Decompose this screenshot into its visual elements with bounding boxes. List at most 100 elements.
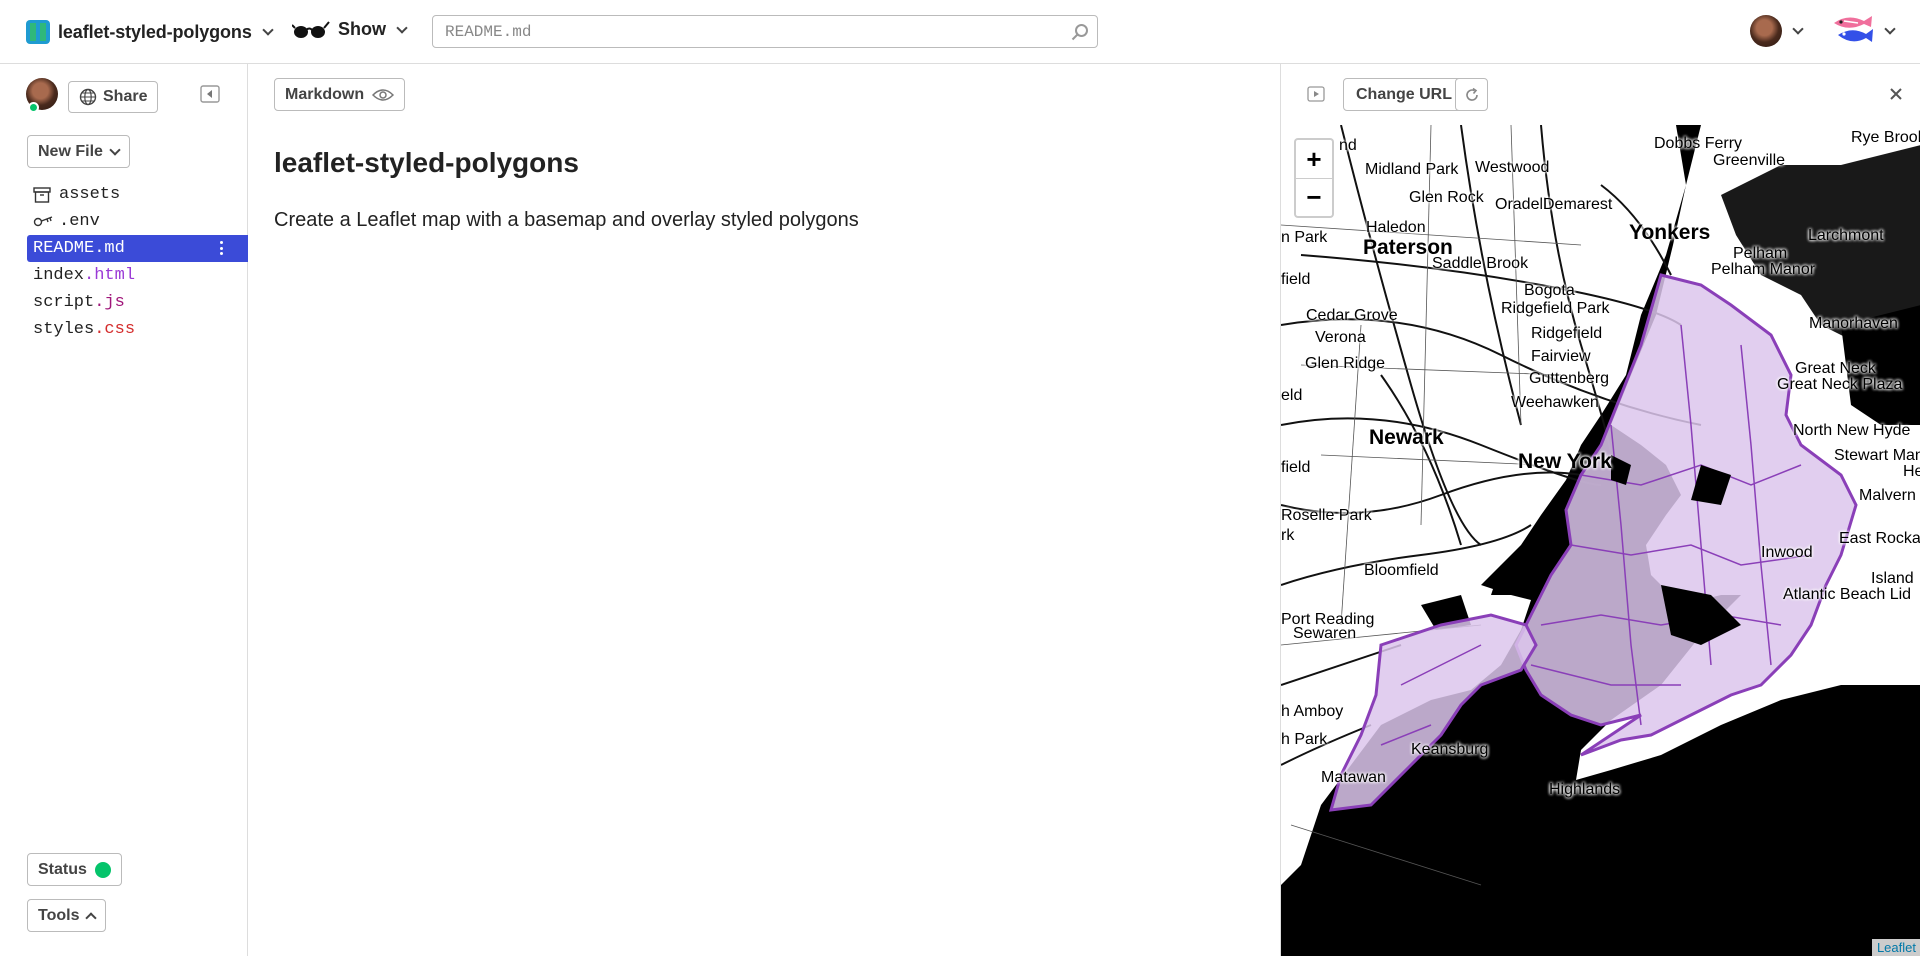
map-label: Newark	[1369, 426, 1444, 449]
reload-button[interactable]	[1455, 78, 1488, 111]
new-file-label: New File	[38, 142, 103, 160]
map-label: Dobbs Ferry	[1654, 135, 1743, 152]
show-label: Show	[338, 19, 386, 39]
map-label: East Rocka	[1839, 530, 1920, 547]
zoom-in-button[interactable]: +	[1296, 140, 1332, 178]
resources-menu-button[interactable]	[1830, 13, 1896, 49]
change-url-button[interactable]: Change URL	[1343, 78, 1465, 111]
map-label: Glen Ridge	[1305, 355, 1386, 372]
globe-icon	[79, 88, 97, 106]
document-heading: leaflet-styled-polygons	[274, 147, 579, 178]
document-paragraph: Create a Leaflet map with a basemap and …	[274, 209, 859, 231]
user-avatar	[1750, 15, 1782, 47]
project-avatar-icon	[26, 20, 50, 44]
file-item-script-js[interactable]: script .js	[27, 289, 248, 316]
file-options-icon[interactable]	[220, 241, 224, 257]
file-extension: .html	[84, 266, 136, 285]
chevron-up-icon	[85, 911, 98, 924]
search-box[interactable]	[432, 15, 1098, 48]
map-label: Pelham Manor	[1711, 261, 1816, 278]
map-label: Demarest	[1543, 196, 1613, 213]
chevron-down-icon	[396, 21, 408, 34]
archive-icon	[33, 186, 55, 204]
map-label: Great Neck Plaza	[1777, 376, 1903, 393]
file-item-index-html[interactable]: index .html	[27, 262, 248, 289]
chevron-down-icon	[109, 143, 121, 156]
map-label: Bogota	[1524, 282, 1575, 299]
file-list: assets .env README.md index .html script.…	[27, 181, 248, 343]
zoom-out-button[interactable]: −	[1296, 178, 1332, 216]
map-label: Highlands	[1549, 781, 1621, 798]
tools-button[interactable]: Tools	[27, 899, 107, 932]
file-name: README.md	[33, 239, 125, 258]
file-name: assets	[59, 185, 121, 204]
map-label: rk	[1281, 527, 1295, 544]
map-label: Rye Brook	[1851, 129, 1920, 146]
map-label: Matawan	[1321, 769, 1386, 786]
map-label: Manorhaven	[1809, 315, 1898, 332]
search-input[interactable]	[433, 16, 1033, 47]
file-item-env[interactable]: .env	[27, 208, 248, 235]
map-label: Sewaren	[1293, 625, 1357, 642]
map-label: eld	[1281, 387, 1303, 404]
close-preview-button[interactable]	[1884, 82, 1908, 106]
map-label: Midland Park	[1365, 161, 1459, 178]
change-url-label: Change URL	[1356, 85, 1452, 103]
search-icon[interactable]	[1071, 23, 1089, 41]
file-extension: .css	[94, 320, 136, 339]
map-label: Atlantic Beach Lid	[1783, 586, 1912, 603]
file-item-readme[interactable]: README.md	[27, 235, 248, 262]
map-label: field	[1281, 459, 1311, 476]
fish-logo-icon	[1834, 16, 1873, 42]
map-label: Glen Rock	[1409, 189, 1484, 206]
chevron-down-icon	[262, 24, 274, 36]
eye-icon	[372, 88, 395, 101]
status-button[interactable]: Status	[27, 853, 122, 886]
online-status-indicator	[28, 102, 39, 113]
map-label: field	[1281, 271, 1311, 288]
map-label: Verona	[1315, 329, 1366, 346]
close-icon	[1890, 88, 1902, 100]
project-name: leaflet-styled-polygons	[58, 21, 252, 42]
map-label: Weehawken	[1511, 394, 1599, 411]
sidebar-user[interactable]	[26, 78, 58, 113]
project-menu[interactable]: leaflet-styled-polygons	[26, 20, 274, 44]
leaflet-map[interactable]: + − Dobbs Ferry Rye Brook Greenville Mid…	[1281, 125, 1920, 956]
show-menu-button[interactable]: Show	[292, 19, 408, 40]
new-file-button[interactable]: New File	[27, 135, 130, 168]
map-label: Keansburg	[1411, 741, 1489, 758]
map-label: h Park	[1281, 731, 1328, 748]
file-name: index	[33, 266, 85, 285]
map-label: Saddle Brook	[1432, 255, 1529, 272]
tools-label: Tools	[38, 906, 80, 924]
markdown-label: Markdown	[285, 85, 365, 103]
map-label: Fairview	[1531, 348, 1591, 365]
markdown-preview-toggle[interactable]: Markdown	[274, 78, 406, 111]
map-label: New York	[1518, 450, 1612, 473]
map-label: Cedar Grove	[1306, 307, 1398, 324]
file-extension: .js	[94, 293, 125, 312]
map-label: Oradell	[1495, 196, 1547, 213]
map-label: h Amboy	[1281, 703, 1344, 720]
map-label: Haledon	[1366, 219, 1426, 236]
sunglasses-icon	[292, 20, 330, 38]
collapse-sidebar-icon[interactable]	[200, 85, 220, 103]
leaflet-attribution-link[interactable]: Leaflet	[1871, 939, 1920, 956]
map-label: Ridgefield	[1531, 325, 1603, 342]
map-label: Inwood	[1761, 544, 1813, 561]
play-icon[interactable]	[1307, 86, 1325, 102]
user-menu-button[interactable]	[1750, 15, 1804, 47]
sidebar-avatar	[26, 78, 58, 113]
chevron-down-icon	[1792, 23, 1804, 35]
status-label: Status	[38, 860, 87, 878]
map-label: Bloomfield	[1364, 562, 1439, 579]
map-label: Yonkers	[1629, 221, 1711, 244]
share-button[interactable]: Share	[68, 81, 159, 113]
file-item-assets[interactable]: assets	[27, 181, 248, 208]
zoom-control: + −	[1294, 138, 1334, 218]
app-preview-pane: Change URL + − Dobbs Ferry Rye Brook Gre…	[1280, 64, 1920, 956]
file-item-styles-css[interactable]: styles .css	[27, 316, 248, 343]
share-label: Share	[103, 88, 148, 105]
editor-pane: Markdown leaflet-styled-polygons Create …	[249, 64, 1280, 956]
map-label: Malvern	[1859, 487, 1916, 504]
